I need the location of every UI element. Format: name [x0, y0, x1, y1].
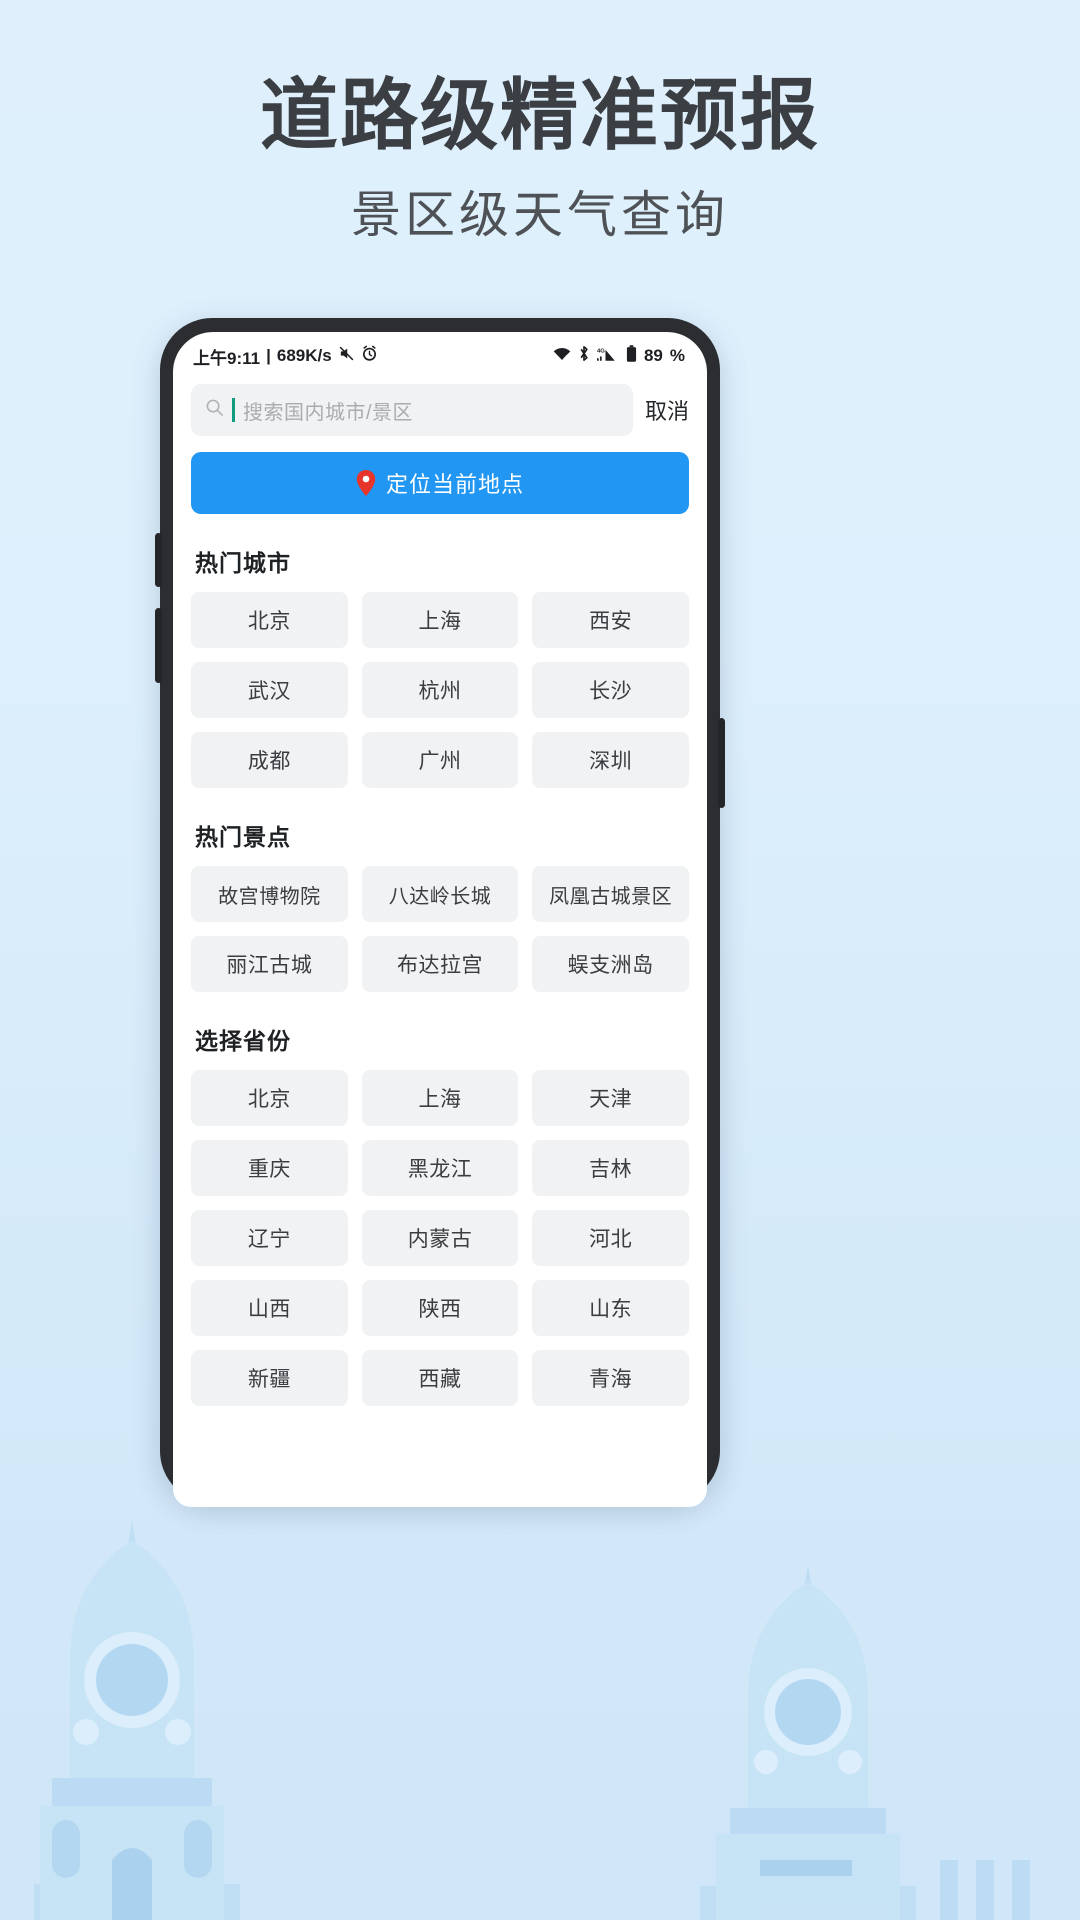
- chip-provinces[interactable]: 北京: [191, 1070, 348, 1126]
- content-scroll-area[interactable]: 定位当前地点 热门城市 北京 上海 西安 武汉 杭州 长沙 成都 广州 深圳 热门景点 故宫博物院 八达…: [173, 446, 707, 1507]
- cancel-button[interactable]: 取消: [645, 394, 689, 426]
- chip-hot-cities[interactable]: 杭州: [361, 662, 519, 718]
- mute-icon: [338, 345, 355, 367]
- text-caret: [232, 398, 235, 422]
- chip-provinces[interactable]: 吉林: [532, 1140, 689, 1196]
- chip-hot-cities[interactable]: 成都: [191, 732, 348, 788]
- status-time: 上午9:11: [193, 348, 261, 368]
- phone-screen: 上午9:11 | 689K/s 4G 89 % 搜索国内城市/景区 取消 定位当…: [173, 332, 707, 1507]
- chip-hot-attractions[interactable]: 布达拉宫: [361, 936, 519, 992]
- map-pin-icon: [356, 470, 376, 496]
- section-title-hot-cities: 热门城市: [195, 550, 291, 576]
- status-network-speed: 689K/s: [276, 346, 332, 365]
- battery-icon: [626, 345, 637, 367]
- chip-hot-cities[interactable]: 长沙: [532, 662, 689, 718]
- battery-unit: %: [669, 346, 685, 365]
- scroll-tail-spacer: [173, 1406, 707, 1440]
- alarm-icon: [361, 345, 378, 367]
- sections-host: 热门城市 北京 上海 西安 武汉 杭州 长沙 成都 广州 深圳 热门景点 故宫博物院 八达岭长城 凤凰古城…: [173, 544, 707, 1406]
- phone-mockup: 上午9:11 | 689K/s 4G 89 % 搜索国内城市/景区 取消 定位当…: [155, 318, 725, 1507]
- chip-provinces[interactable]: 辽宁: [191, 1210, 348, 1266]
- chip-provinces[interactable]: 西藏: [361, 1350, 519, 1406]
- battery-percent: 89: [643, 346, 663, 365]
- chip-hot-cities[interactable]: 广州: [361, 732, 519, 788]
- chip-provinces[interactable]: 新疆: [191, 1350, 348, 1406]
- volume-down-button[interactable]: [155, 608, 162, 683]
- signal-4g-icon: 4G: [596, 346, 619, 367]
- power-button[interactable]: [718, 718, 725, 808]
- section-title-hot-attractions: 热门景点: [195, 824, 291, 850]
- search-row: 搜索国内城市/景区 取消: [173, 380, 707, 446]
- section-title-provinces: 选择省份: [195, 1028, 291, 1054]
- svg-text:4G: 4G: [597, 348, 605, 354]
- status-separator: |: [266, 346, 271, 365]
- chip-provinces[interactable]: 青海: [532, 1350, 689, 1406]
- locate-button-wrap: 定位当前地点: [173, 446, 707, 514]
- status-bar-left: 上午9:11 | 689K/s: [193, 344, 378, 369]
- chip-hot-cities[interactable]: 北京: [191, 592, 348, 648]
- search-icon: [205, 398, 224, 422]
- page-title: 道路级精准预报: [259, 71, 820, 159]
- chip-provinces[interactable]: 重庆: [191, 1140, 348, 1196]
- locate-button-label: 定位当前地点: [385, 472, 524, 497]
- chip-hot-cities[interactable]: 武汉: [191, 662, 348, 718]
- search-input[interactable]: 搜索国内城市/景区: [191, 384, 633, 436]
- volume-up-button[interactable]: [155, 533, 162, 587]
- chip-provinces[interactable]: 山西: [191, 1280, 348, 1336]
- locate-current-position-button[interactable]: 定位当前地点: [191, 452, 689, 514]
- chip-provinces[interactable]: 内蒙古: [361, 1210, 519, 1266]
- chip-provinces[interactable]: 天津: [532, 1070, 689, 1126]
- chip-provinces[interactable]: 河北: [532, 1210, 689, 1266]
- grid-hot-attractions: 故宫博物院 八达岭长城 凤凰古城景区丽江古城 布达拉宫 蜈支洲岛: [191, 866, 689, 992]
- chip-provinces[interactable]: 山东: [532, 1280, 689, 1336]
- wifi-icon: [553, 346, 571, 366]
- search-placeholder: 搜索国内城市/景区: [243, 401, 414, 424]
- grid-provinces: 北京 上海 天津重庆 黑龙江 吉林辽宁 内蒙古 河北山西 陕西 山东新疆 西藏 青海: [191, 1070, 689, 1406]
- chip-provinces[interactable]: 上海: [361, 1070, 519, 1126]
- chip-hot-cities[interactable]: 上海: [361, 592, 519, 648]
- chip-provinces[interactable]: 黑龙江: [361, 1140, 519, 1196]
- status-bar: 上午9:11 | 689K/s 4G 89 %: [173, 332, 707, 380]
- chip-hot-attractions[interactable]: 故宫博物院: [191, 866, 348, 922]
- chip-hot-cities[interactable]: 西安: [532, 592, 689, 648]
- promo-header: 道路级精准预报 景区级天气查询: [0, 71, 1080, 247]
- chip-hot-cities[interactable]: 深圳: [532, 732, 689, 788]
- chip-hot-attractions[interactable]: 蜈支洲岛: [532, 936, 689, 992]
- chip-hot-attractions[interactable]: 丽江古城: [191, 936, 348, 992]
- status-bar-right: 4G 89 %: [553, 345, 685, 367]
- page-subtitle: 景区级天气查询: [351, 187, 729, 244]
- chip-hot-attractions[interactable]: 八达岭长城: [361, 866, 519, 922]
- chip-hot-attractions[interactable]: 凤凰古城景区: [532, 866, 689, 922]
- grid-hot-cities: 北京 上海 西安武汉 杭州 长沙成都 广州 深圳: [191, 592, 689, 788]
- chip-provinces[interactable]: 陕西: [361, 1280, 519, 1336]
- bluetooth-icon: [578, 345, 590, 367]
